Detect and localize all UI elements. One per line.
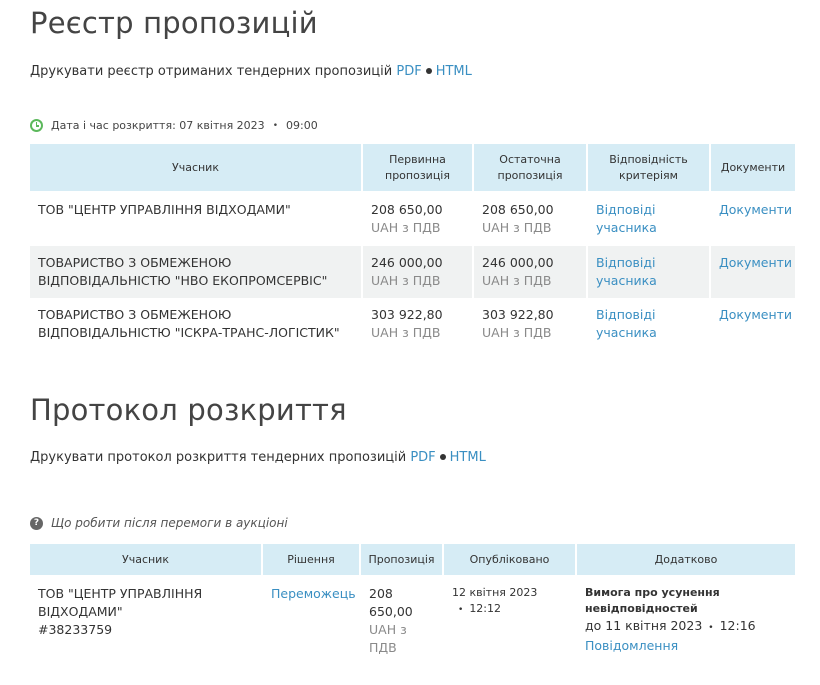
amount: 208 650,00 <box>482 202 554 217</box>
separator-dot <box>439 453 446 460</box>
registry-html-link[interactable]: HTML <box>436 64 472 79</box>
registry-pdf-link[interactable]: PDF <box>396 64 421 79</box>
participant-name: ТОВАРИСТВО З ОБМЕЖЕНОЮ ВІДПОВІДАЛЬНІСТЮ … <box>30 246 363 298</box>
participant-name: ТОВ "ЦЕНТР УПРАВЛІННЯ ВІДХОДАМИ" <box>30 191 363 246</box>
deadline-time: 12:16 <box>719 618 756 633</box>
amount: 208 650,00 <box>369 586 413 619</box>
compliance-cell: Відповіді учасника <box>587 246 711 298</box>
documents-link[interactable]: Документи <box>719 255 792 270</box>
col-decision: Рішення <box>262 544 361 575</box>
after-win-help-link[interactable]: Що робити після перемоги в аукціоні <box>51 516 288 530</box>
currency: UAH з ПДВ <box>371 325 441 340</box>
separator-dot: • <box>708 623 714 633</box>
amount: 303 922,80 <box>371 307 443 322</box>
additional-cell: Вимога про усунення невідповідностей до … <box>576 575 795 681</box>
currency: UAH з ПДВ <box>371 273 441 288</box>
initial-offer: 303 922,80 UAH з ПДВ <box>362 298 474 352</box>
protocol-print-text: Друкувати протокол розкриття тендерних п… <box>30 450 407 465</box>
final-offer: 208 650,00 UAH з ПДВ <box>473 191 588 246</box>
initial-offer: 246 000,00 UAH з ПДВ <box>362 246 474 298</box>
documents-cell: Документи <box>710 191 795 246</box>
clock-icon <box>30 119 43 132</box>
table-row: ТОВАРИСТВО З ОБМЕЖЕНОЮ ВІДПОВІДАЛЬНІСТЮ … <box>30 246 795 298</box>
documents-cell: Документи <box>710 298 795 352</box>
published-date: 12 квітня 2023 <box>452 586 538 599</box>
notification-link[interactable]: Повідомлення <box>585 638 678 653</box>
col-published: Опубліковано <box>443 544 577 575</box>
separator-dot: • <box>272 120 278 131</box>
currency: UAH з ПДВ <box>369 622 407 655</box>
registry-table: Учасник Первинна пропозиція Остаточна пр… <box>30 144 795 352</box>
table-row: ТОВ "ЦЕНТР УПРАВЛІННЯ ВІДХОДАМИ" #382337… <box>30 575 795 681</box>
help-row: ? Що робити після перемоги в аукціоні <box>30 516 288 530</box>
documents-link[interactable]: Документи <box>719 307 792 322</box>
separator-dot <box>425 67 432 74</box>
requirement-title-text: Вимога про усунення невідповідностей <box>585 586 720 615</box>
participant-code: #38233759 <box>38 622 113 637</box>
decision-cell: Переможець <box>262 575 361 681</box>
protocol-html-link[interactable]: HTML <box>450 450 486 465</box>
table-row: ТОВ "ЦЕНТР УПРАВЛІННЯ ВІДХОДАМИ" 208 650… <box>30 191 795 246</box>
published-time: 12:12 <box>469 602 502 615</box>
final-offer: 246 000,00 UAH з ПДВ <box>473 246 588 298</box>
amount: 246 000,00 <box>371 255 443 270</box>
protocol-pdf-link[interactable]: PDF <box>410 450 435 465</box>
registry-print-line: Друкувати реєстр отриманих тендерних про… <box>30 64 472 79</box>
published-cell: 12 квітня 2023 • 12:12 <box>443 575 577 681</box>
currency: UAH з ПДВ <box>371 220 441 235</box>
currency: UAH з ПДВ <box>482 220 552 235</box>
col-compliance: Відповідність критеріям <box>587 144 711 191</box>
amount: 208 650,00 <box>371 202 443 217</box>
protocol-header-row: Учасник Рішення Пропозиція Опубліковано … <box>30 544 795 575</box>
participant-answers-link[interactable]: Відповіді учасника <box>596 255 657 288</box>
compliance-cell: Відповіді учасника <box>587 191 711 246</box>
protocol-title: Протокол розкриття <box>30 393 347 427</box>
final-offer: 303 922,80 UAH з ПДВ <box>473 298 588 352</box>
registry-header-row: Учасник Первинна пропозиція Остаточна пр… <box>30 144 795 191</box>
documents-link[interactable]: Документи <box>719 202 792 217</box>
table-row: ТОВАРИСТВО З ОБМЕЖЕНОЮ ВІДПОВІДАЛЬНІСТЮ … <box>30 298 795 352</box>
protocol-print-line: Друкувати протокол розкриття тендерних п… <box>30 450 486 465</box>
separator-dot: • <box>458 605 464 615</box>
currency: UAH з ПДВ <box>482 273 552 288</box>
col-final-offer: Остаточна пропозиція <box>473 144 588 191</box>
participant-answers-link[interactable]: Відповіді учасника <box>596 202 657 235</box>
opening-datetime: Дата і час розкриття: 07 квітня 2023 • 0… <box>30 119 318 132</box>
col-additional: Додатково <box>576 544 795 575</box>
amount: 303 922,80 <box>482 307 554 322</box>
registry-print-text: Друкувати реєстр отриманих тендерних про… <box>30 64 393 79</box>
registry-title: Реєстр пропозицій <box>30 6 318 40</box>
participant-answers-link[interactable]: Відповіді учасника <box>596 307 657 340</box>
published-time-line: • 12:12 <box>452 601 567 618</box>
col-offer: Пропозиція <box>360 544 444 575</box>
currency: UAH з ПДВ <box>482 325 552 340</box>
deadline-date: до 11 квітня 2023 <box>585 618 703 633</box>
question-icon: ? <box>30 516 43 530</box>
compliance-cell: Відповіді учасника <box>587 298 711 352</box>
col-initial-offer: Первинна пропозиція <box>362 144 474 191</box>
participant-name: ТОВАРИСТВО З ОБМЕЖЕНОЮ ВІДПОВІДАЛЬНІСТЮ … <box>30 298 363 352</box>
amount: 246 000,00 <box>482 255 554 270</box>
col-participant: Учасник <box>30 544 263 575</box>
opening-time: 09:00 <box>286 119 318 132</box>
protocol-table: Учасник Рішення Пропозиція Опубліковано … <box>30 544 795 681</box>
winner-link[interactable]: Переможець <box>271 586 356 601</box>
col-documents: Документи <box>710 144 795 191</box>
col-participant: Учасник <box>30 144 363 191</box>
requirement-title: Вимога про усунення невідповідностей <box>585 585 787 617</box>
opening-label: Дата і час розкриття: 07 квітня 2023 <box>51 119 265 132</box>
participant-name: ТОВ "ЦЕНТР УПРАВЛІННЯ ВІДХОДАМИ" <box>38 586 203 619</box>
initial-offer: 208 650,00 UAH з ПДВ <box>362 191 474 246</box>
requirement-deadline: до 11 квітня 2023 • 12:16 <box>585 617 787 637</box>
offer-cell: 208 650,00 UAH з ПДВ <box>360 575 444 681</box>
participant-cell: ТОВ "ЦЕНТР УПРАВЛІННЯ ВІДХОДАМИ" #382337… <box>30 575 263 681</box>
documents-cell: Документи <box>710 246 795 298</box>
